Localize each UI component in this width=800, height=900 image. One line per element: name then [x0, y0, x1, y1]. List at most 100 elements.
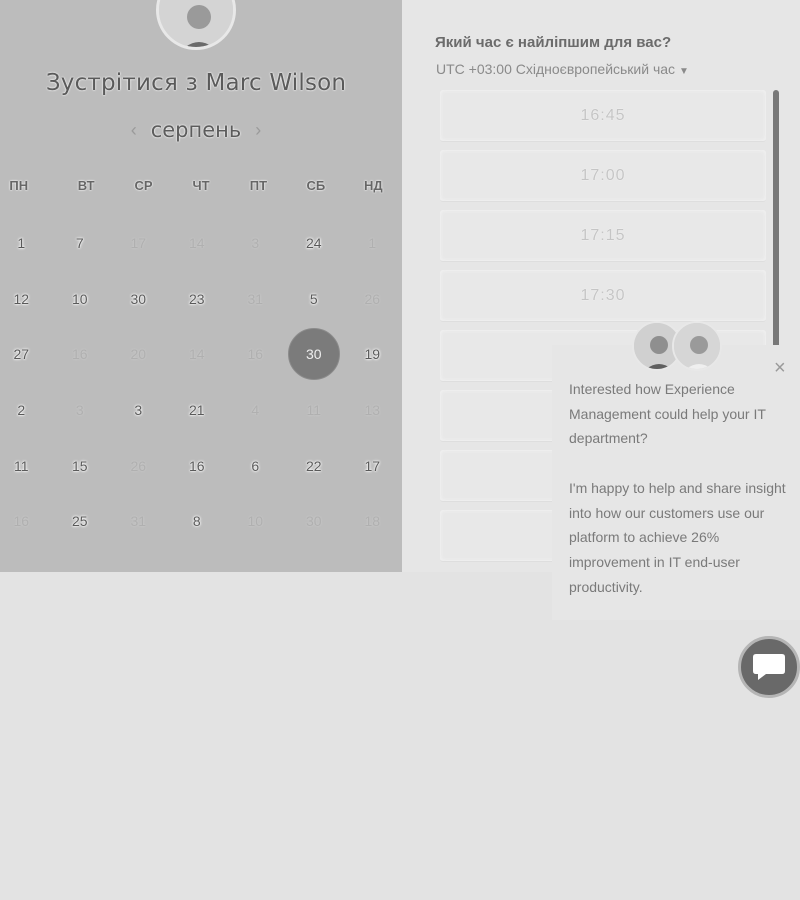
chat-bubble-icon	[753, 654, 785, 680]
calendar-day[interactable]: 15	[51, 438, 110, 494]
calendar-day[interactable]: 21	[168, 382, 227, 438]
calendar-day-label: 21	[188, 401, 205, 418]
calendar-day-label: 22	[305, 457, 322, 474]
calendar-day-label: 3	[251, 234, 260, 251]
calendar-day[interactable]: 3	[109, 382, 168, 438]
calendar-day: 10	[226, 493, 285, 549]
month-label: серпень	[150, 118, 242, 142]
calendar-day[interactable]: 30	[109, 271, 168, 327]
calendar-day-label: 19	[364, 346, 381, 363]
timezone-select[interactable]: UTC +03:00 Східноєвропейський час ▼	[436, 61, 689, 77]
calendar-day[interactable]: 12	[0, 271, 51, 327]
calendar-day: 26	[343, 271, 402, 327]
calendar-day: 3	[226, 215, 285, 271]
calendar-day[interactable]: 24	[285, 215, 344, 271]
calendar-day-label: 30	[130, 290, 147, 307]
calendar-day: 16	[51, 326, 110, 382]
calendar-day-label: 27	[13, 346, 30, 363]
calendar-day: 31	[226, 271, 285, 327]
calendar-day-label: 6	[251, 457, 260, 474]
calendar-day: 20	[109, 326, 168, 382]
calendar-day-label: 3	[75, 401, 84, 418]
weekday-header: ПН ВТ СР ЧТ ПТ СБ НД	[0, 178, 402, 193]
calendar-day[interactable]: 1	[0, 215, 51, 271]
calendar-day: 18	[343, 493, 402, 549]
time-slot[interactable]: 17:30	[440, 270, 766, 322]
calendar-day-label: 26	[130, 457, 147, 474]
calendar-panel: Зустрітися з Marc Wilson ‹ серпень › ПН …	[0, 0, 402, 572]
calendar-day: 1	[343, 215, 402, 271]
calendar-day[interactable]: 10	[51, 271, 110, 327]
time-slot[interactable]: 17:15	[440, 210, 766, 262]
calendar-day-label: 5	[309, 290, 318, 307]
calendar-day-label: 16	[188, 457, 205, 474]
calendar-day[interactable]: 19	[343, 326, 402, 382]
calendar-day-label: 24	[305, 234, 322, 251]
calendar-day[interactable]: 27	[0, 326, 51, 382]
calendar-day-label: 31	[247, 290, 264, 307]
next-month-icon[interactable]: ›	[241, 120, 275, 141]
calendar-day-label: 2	[17, 401, 26, 418]
month-navigation: ‹ серпень ›	[0, 118, 392, 142]
host-avatar	[156, 0, 236, 50]
calendar-day-label: 11	[306, 401, 322, 418]
calendar-day-label: 1	[368, 234, 377, 251]
calendar-day-label: 16	[13, 513, 30, 530]
calendar-day-label: 30	[305, 513, 322, 530]
calendar-day-label: 14	[188, 234, 205, 251]
calendar-day: 17	[109, 215, 168, 271]
timezone-label: UTC +03:00 Східноєвропейський час	[436, 61, 676, 77]
calendar-day-label: 11	[13, 457, 29, 474]
calendar-day[interactable]: 22	[285, 438, 344, 494]
calendar-day[interactable]: 8	[168, 493, 227, 549]
calendar-day[interactable]: 17	[343, 438, 402, 494]
weekday-label: СБ	[306, 178, 326, 193]
weekday-label: СР	[134, 178, 153, 193]
calendar-day-label: 14	[188, 346, 205, 363]
prev-month-icon[interactable]: ‹	[117, 120, 151, 141]
calendar-day: 4	[226, 382, 285, 438]
page-title: Зустрітися з Marc Wilson	[45, 70, 347, 96]
calendar-day: 31	[109, 493, 168, 549]
calendar-grid: 1 7 17 14 3 24 1 12 10 30 23 31 5 26 27 16 20 14 16 30 19 2 3 3…	[0, 215, 404, 549]
calendar-day-label: 23	[188, 290, 205, 307]
calendar-day-label: 30	[287, 328, 340, 381]
calendar-day-label: 17	[130, 234, 147, 251]
chevron-down-icon: ▼	[679, 66, 689, 77]
weekday-label: ПТ	[249, 178, 268, 193]
calendar-day-label: 17	[364, 457, 381, 474]
calendar-day-label: 12	[13, 290, 30, 307]
calendar-day[interactable]: 23	[168, 271, 227, 327]
scrollbar[interactable]	[773, 90, 779, 350]
calendar-day-label: 10	[71, 290, 88, 307]
calendar-day[interactable]: 2	[0, 382, 51, 438]
calendar-day[interactable]: 25	[51, 493, 110, 549]
calendar-day-label: 20	[130, 346, 147, 363]
time-slot[interactable]: 16:45	[440, 90, 766, 142]
calendar-day[interactable]: 16	[168, 438, 227, 494]
calendar-day-label: 26	[364, 290, 381, 307]
chat-launcher-button[interactable]	[738, 636, 800, 698]
time-slot[interactable]: 17:00	[440, 150, 766, 202]
calendar-day-label: 7	[75, 234, 84, 251]
weekday-label: ВТ	[77, 178, 95, 193]
calendar-day-label: 31	[130, 513, 147, 530]
calendar-day: 14	[168, 215, 227, 271]
calendar-day[interactable]: 7	[51, 215, 110, 271]
calendar-day-label: 3	[134, 401, 143, 418]
calendar-day-label: 25	[71, 513, 88, 530]
agent-avatar	[672, 321, 722, 371]
calendar-day: 11	[285, 382, 344, 438]
calendar-day-label: 18	[364, 513, 381, 530]
calendar-day[interactable]: 6	[226, 438, 285, 494]
weekday-label: НД	[363, 178, 383, 193]
calendar-day-label: 8	[192, 513, 201, 530]
calendar-day-selected[interactable]: 30	[285, 326, 344, 382]
weekday-label: ЧТ	[192, 178, 210, 193]
calendar-day[interactable]: 5	[285, 271, 344, 327]
calendar-day[interactable]: 11	[0, 438, 51, 494]
chat-message-text: I'm happy to help and share insight into…	[569, 479, 786, 595]
calendar-day-label: 10	[247, 513, 264, 530]
chat-message-text: Interested how Experience Management cou…	[569, 381, 766, 447]
calendar-day-label: 16	[71, 346, 88, 363]
